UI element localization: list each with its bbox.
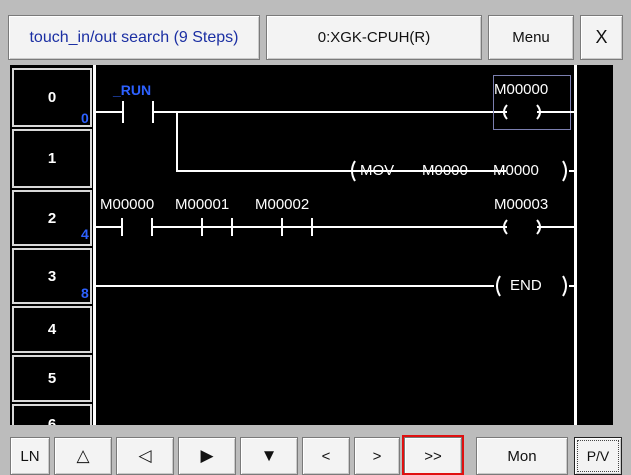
end-instruction: END <box>510 277 542 294</box>
ladder-diagram-area[interactable]: 0 1 2 3 4 5 6 0 4 8 _RUN M00000 MOV M000… <box>10 65 613 425</box>
left-arrow-button[interactable]: ◁ <box>116 437 174 475</box>
step-number: 0 <box>81 110 89 126</box>
mov-source: M0000 <box>422 162 468 179</box>
row-number-4[interactable]: 4 <box>12 306 92 353</box>
up-arrow-button[interactable]: △ <box>54 437 112 475</box>
rung-wire <box>96 111 122 113</box>
left-power-rail <box>93 65 96 425</box>
next-button[interactable]: > <box>354 437 400 475</box>
row-number-6[interactable]: 6 <box>12 404 92 425</box>
menu-button[interactable]: Menu <box>488 15 574 60</box>
coil-label-m00003: M00003 <box>494 196 549 213</box>
mov-destination: M0000 <box>493 162 539 179</box>
rung-wire <box>154 111 494 113</box>
contact-label: M00000 <box>100 196 155 213</box>
right-power-rail <box>574 65 577 425</box>
end-instruction-bracket <box>96 275 574 297</box>
right-arrow-button[interactable]: ▶ <box>178 437 236 475</box>
contact-label: M00001 <box>175 196 230 213</box>
highlight-frame <box>402 435 464 475</box>
row-number-5[interactable]: 5 <box>12 355 92 402</box>
mov-instruction: MOV <box>360 162 395 179</box>
previous-button[interactable]: < <box>302 437 350 475</box>
row-number-0[interactable]: 0 <box>12 68 92 127</box>
search-title-button[interactable]: touch_in/out search (9 Steps) <box>8 15 260 60</box>
step-number: 8 <box>81 285 89 301</box>
monitor-button[interactable]: Mon <box>476 437 568 475</box>
row-number-2[interactable]: 2 <box>12 190 92 246</box>
row-number-1[interactable]: 1 <box>12 129 92 188</box>
down-arrow-button[interactable]: ▼ <box>240 437 298 475</box>
contact-open-left-bar <box>122 101 124 123</box>
step-number: 4 <box>81 226 89 242</box>
pv-toggle-button[interactable]: P/V <box>574 437 622 475</box>
ln-button[interactable]: LN <box>10 437 50 475</box>
row-number-3[interactable]: 3 <box>12 248 92 304</box>
cpu-selector-button[interactable]: 0:XGK-CPUH(R) <box>266 15 482 60</box>
contact-label: M00002 <box>255 196 310 213</box>
contact-label-run: _RUN <box>113 82 152 98</box>
cursor-highlight <box>493 75 571 130</box>
close-button[interactable]: X <box>580 15 623 60</box>
branch-wire-vertical <box>176 111 178 171</box>
